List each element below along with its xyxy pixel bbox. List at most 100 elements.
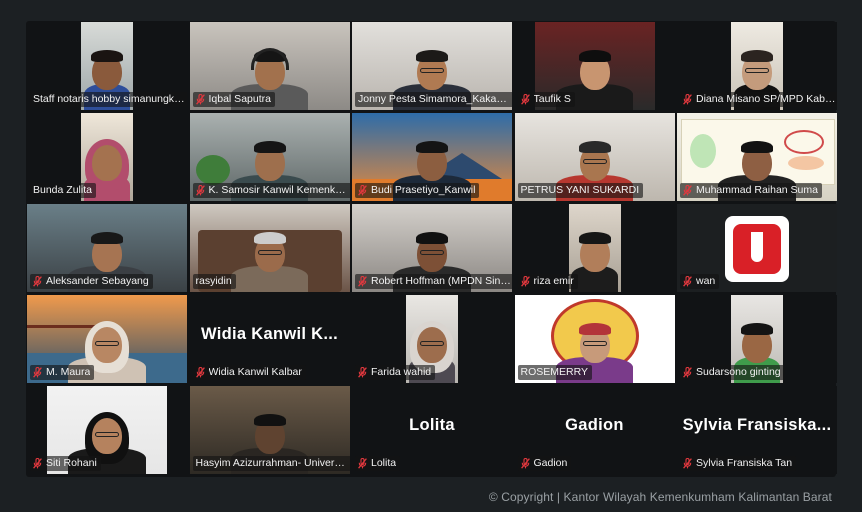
u-logo-icon: [725, 216, 789, 282]
copyright-text: © Copyright | Kantor Wilayah Kemenkumham…: [488, 490, 832, 504]
participant-tile-lolita[interactable]: Lolita Lolita: [352, 386, 512, 474]
participant-tile-sylvia-fransiska-tan[interactable]: Sylvia Fransiska... Sylvia Fransiska Tan: [677, 386, 837, 474]
mic-muted-icon: [683, 276, 692, 287]
mic-muted-icon: [683, 185, 692, 196]
participant-name: M. Maura: [46, 366, 91, 378]
participant-name-tag: Sylvia Fransiska Tan: [680, 456, 797, 471]
participant-name: Widia Kanwil Kalbar: [208, 366, 302, 378]
participant-name: Gadion: [533, 457, 568, 469]
participant-display-name: Sylvia Fransiska...: [682, 416, 832, 434]
participant-tile-robert-hoffman-mpdn-sintang[interactable]: Robert Hoffman (MPDN Sintang): [352, 204, 512, 292]
mic-muted-icon: [195, 367, 205, 378]
participant-name-tag: Farida wahid: [355, 365, 436, 380]
mic-muted-icon: [358, 276, 367, 287]
participant-name-tag: Sudarsono ginting: [680, 365, 785, 380]
participant-name: Taufik S: [533, 93, 571, 105]
participant-name: riza emir: [533, 275, 574, 287]
participant-name-tag: M. Maura: [30, 365, 95, 380]
participant-tile-petrus-yani-sukardi[interactable]: PETRUS YANI SUKARDI: [514, 113, 675, 201]
mic-muted-icon: [683, 94, 692, 105]
participant-tile-farida-wahid[interactable]: Farida wahid: [352, 295, 512, 383]
mic-muted-icon: [195, 94, 205, 105]
participant-name: K. Samosir Kanwil Kemenkumham Kalbar: [208, 184, 350, 196]
participant-gallery: Staff notaris hobby simanungkalit Iqbal S…: [26, 21, 837, 477]
participant-tile-budi-prasetiyo-kanwil[interactable]: Budi Prasetiyo_Kanwil: [352, 113, 512, 201]
participant-name: Budi Prasetiyo_Kanwil: [371, 184, 476, 196]
participant-tile-riza-emir[interactable]: riza emir: [514, 204, 675, 292]
participant-name: Robert Hoffman (MPDN Sintang): [371, 275, 512, 287]
participant-tile-siti-rohani[interactable]: Siti Rohani: [27, 386, 187, 474]
mic-muted-icon: [358, 185, 367, 196]
participant-name: Muhammad Raihan Suma: [696, 184, 818, 196]
participant-name: Hasyim Azizurrahman- Universitas Tanjung…: [195, 457, 350, 469]
participant-name-tag: Aleksander Sebayang: [30, 274, 153, 289]
participant-name: rasyidin: [195, 275, 232, 287]
participant-name: Siti Rohani: [46, 457, 97, 469]
participant-name-tag: Bunda Zulita: [30, 183, 96, 198]
participant-name-tag: Jonny Pesta Simamora_Kakanwil Kalbar: [355, 92, 512, 107]
participant-tile-rasyidin[interactable]: rasyidin: [189, 204, 350, 292]
video-conference-screen: Staff notaris hobby simanungkalit Iqbal S…: [0, 0, 862, 512]
participant-tile-muhammad-raihan-suma[interactable]: Muhammad Raihan Suma: [677, 113, 837, 201]
participant-name-tag: Budi Prasetiyo_Kanwil: [355, 183, 480, 198]
participant-name: wan: [696, 275, 716, 287]
participant-tile-m-maura[interactable]: M. Maura: [27, 295, 187, 383]
participant-name: Bunda Zulita: [33, 184, 92, 196]
mic-muted-icon: [520, 458, 530, 469]
participant-name-tag: Robert Hoffman (MPDN Sintang): [355, 274, 512, 289]
participant-name: Lolita: [371, 457, 397, 469]
participant-name: Staff notaris hobby simanungkalit: [33, 93, 187, 105]
participant-display-name: Widia Kanwil K...: [201, 325, 338, 343]
participant-tile-wan[interactable]: wan: [677, 204, 837, 292]
participant-name-tag: rasyidin: [192, 274, 236, 289]
participant-name: Jonny Pesta Simamora_Kakanwil Kalbar: [358, 93, 512, 105]
participant-name-tag: K. Samosir Kanwil Kemenkumham Kalbar: [192, 183, 350, 198]
participant-name-tag: Muhammad Raihan Suma: [680, 183, 822, 198]
participant-name-tag: Lolita: [355, 456, 401, 471]
participant-name-tag: Gadion: [517, 456, 572, 471]
mic-muted-icon: [33, 367, 42, 378]
participant-name-tag: Widia Kanwil Kalbar: [192, 365, 306, 380]
participant-tile-iqbal-saputra[interactable]: Iqbal Saputra: [189, 22, 350, 110]
participant-name: Farida wahid: [371, 366, 432, 378]
participant-name: ROSEMERRY: [520, 366, 589, 378]
participant-tile-diana-misano-sp-mpd-kab-kubu-raya[interactable]: Diana Misano SP/MPD Kab Kubu Raya: [677, 22, 837, 110]
mic-muted-icon: [33, 458, 42, 469]
participant-name: Sudarsono ginting: [696, 366, 781, 378]
mic-muted-icon: [33, 276, 42, 287]
participant-name-tag: riza emir: [517, 274, 578, 289]
mic-muted-icon: [683, 367, 692, 378]
participant-name: Iqbal Saputra: [208, 93, 271, 105]
participant-name-tag: ROSEMERRY: [517, 365, 592, 380]
mic-muted-icon: [358, 458, 367, 469]
participant-tile-rosemerry[interactable]: ROSEMERRY: [514, 295, 675, 383]
participant-name-tag: Hasyim Azizurrahman- Universitas Tanjung…: [192, 456, 350, 471]
participant-tile-k-samosir-kanwil-kemenkumham-kalbar[interactable]: K. Samosir Kanwil Kemenkumham Kalbar: [189, 113, 350, 201]
participant-name: Aleksander Sebayang: [46, 275, 149, 287]
participant-name-tag: Siti Rohani: [30, 456, 101, 471]
participant-display-name: Gadion: [565, 416, 624, 434]
participant-display-name: Lolita: [409, 416, 455, 434]
participant-tile-bunda-zulita[interactable]: Bunda Zulita: [27, 113, 187, 201]
participant-tile-sudarsono-ginting[interactable]: Sudarsono ginting: [677, 295, 837, 383]
mic-muted-icon: [520, 276, 530, 287]
participant-tile-taufik-s[interactable]: Taufik S: [514, 22, 675, 110]
participant-name-tag: Diana Misano SP/MPD Kab Kubu Raya: [680, 92, 837, 107]
participant-name: PETRUS YANI SUKARDI: [520, 184, 640, 196]
participant-name-tag: Iqbal Saputra: [192, 92, 275, 107]
participant-person: [227, 210, 313, 292]
participant-name-tag: Taufik S: [517, 92, 575, 107]
mic-muted-icon: [195, 185, 205, 196]
mic-muted-icon: [683, 458, 692, 469]
mic-muted-icon: [520, 94, 530, 105]
participant-tile-aleksander-sebayang[interactable]: Aleksander Sebayang: [27, 204, 187, 292]
participant-tile-jonny-pesta-simamora-kakanwil-kalbar[interactable]: Jonny Pesta Simamora_Kakanwil Kalbar: [352, 22, 512, 110]
participant-name: Sylvia Fransiska Tan: [696, 457, 793, 469]
mic-muted-icon: [358, 367, 367, 378]
participant-tile-gadion[interactable]: Gadion Gadion: [514, 386, 675, 474]
participant-tile-widia-kanwil-kalbar[interactable]: Widia Kanwil K... Widia Kanwil Kalbar: [189, 295, 350, 383]
participant-name-tag: PETRUS YANI SUKARDI: [517, 183, 644, 198]
participant-tile-staff-notaris-hobby-simanungkalit[interactable]: Staff notaris hobby simanungkalit: [27, 22, 187, 110]
participant-tile-hasyim-azizurrahman-universitas-tanjungpura[interactable]: Hasyim Azizurrahman- Universitas Tanjung…: [189, 386, 350, 474]
participant-name: Diana Misano SP/MPD Kab Kubu Raya: [696, 93, 837, 105]
